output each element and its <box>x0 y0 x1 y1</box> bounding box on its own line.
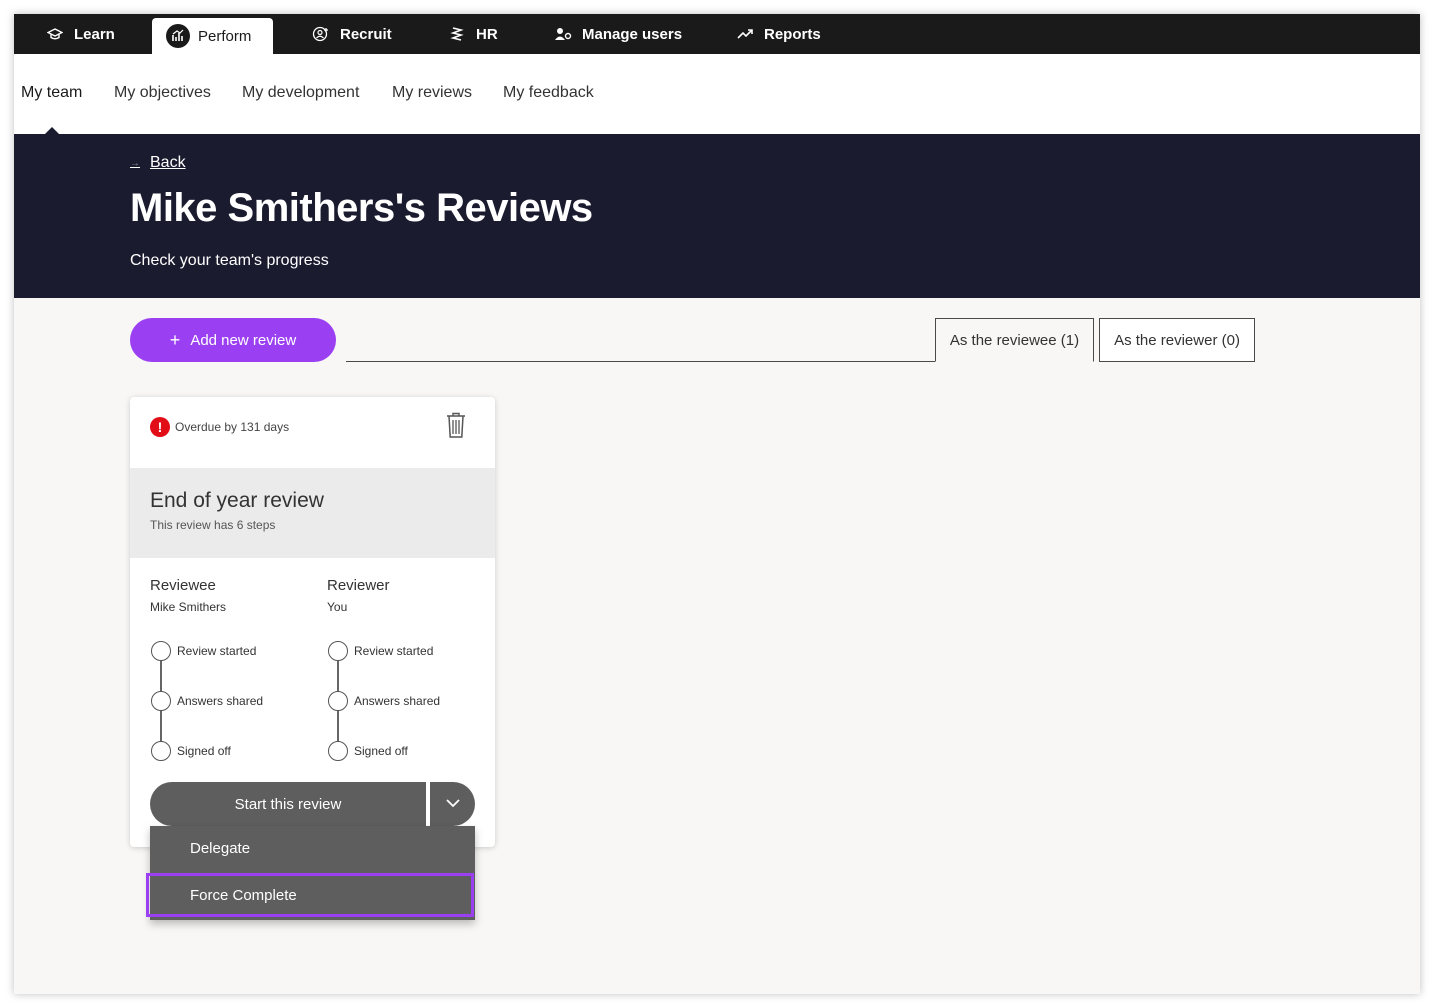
menu-item-force-complete[interactable]: Force Complete <box>146 873 474 917</box>
nav-recruit-label: Recruit <box>340 25 392 43</box>
reviewee-step-label: Answers shared <box>177 694 264 708</box>
nav-hr[interactable]: HR <box>448 14 498 54</box>
page-title: Mike Smithers's Reviews <box>130 186 593 230</box>
nav-reports[interactable]: Reports <box>736 14 821 54</box>
step-circle-icon <box>328 641 348 661</box>
reviewee-step-label: Review started <box>177 644 257 658</box>
subnav-my-objectives[interactable]: My objectives <box>114 84 211 102</box>
reviewee-heading: Reviewee <box>150 577 216 594</box>
nav-manage-users-label: Manage users <box>582 25 683 43</box>
review-steps-count: This review has 6 steps <box>150 518 276 532</box>
plus-icon: + <box>169 329 181 350</box>
page-subtitle: Check your team's progress <box>130 252 329 269</box>
nav-manage-users[interactable]: Manage users <box>554 14 682 54</box>
step-circle-icon <box>151 741 171 761</box>
tab-as-reviewee[interactable]: As the reviewee (1) <box>935 318 1094 362</box>
trash-icon[interactable] <box>444 411 468 439</box>
subnav-my-development[interactable]: My development <box>242 84 359 102</box>
active-tab-caret <box>45 127 59 134</box>
hr-icon <box>448 25 466 43</box>
step-circle-icon <box>151 691 171 711</box>
review-options-menu: Delegate Force Complete <box>146 826 475 920</box>
app-frame: Learn Perform Recruit HR Manage users Re… <box>14 14 1420 994</box>
trend-icon <box>736 25 754 43</box>
sub-navigation: My team My objectives My development My … <box>14 54 1420 134</box>
tab-as-reviewer[interactable]: As the reviewer (0) <box>1099 318 1255 362</box>
chart-icon <box>166 24 190 48</box>
arrow-right-icon: → <box>130 157 140 169</box>
reviewer-step-label: Review started <box>354 644 434 658</box>
overdue-status: ! Overdue by 131 days <box>150 417 289 437</box>
subnav-my-team[interactable]: My team <box>21 84 82 102</box>
review-title: End of year review <box>150 489 324 512</box>
review-card: ! Overdue by 131 days End of year review… <box>130 397 495 847</box>
review-card-header: End of year review This review has 6 ste… <box>130 468 495 558</box>
step-circle-icon <box>151 641 171 661</box>
add-new-review-button[interactable]: + Add new review <box>130 318 336 362</box>
reviewer-step-label: Signed off <box>354 744 408 758</box>
chevron-down-icon <box>445 795 461 813</box>
step-circle-icon <box>328 741 348 761</box>
tab-divider <box>346 361 936 362</box>
alert-icon: ! <box>150 417 170 437</box>
start-review-button[interactable]: Start this review <box>150 782 426 826</box>
back-label: Back <box>150 154 186 171</box>
top-navigation: Learn Perform Recruit HR Manage users Re… <box>14 14 1420 54</box>
users-gear-icon <box>554 25 572 43</box>
nav-reports-label: Reports <box>764 25 821 43</box>
menu-item-delegate[interactable]: Delegate <box>150 826 475 870</box>
reviewer-name: You <box>327 600 348 614</box>
subnav-my-reviews[interactable]: My reviews <box>392 84 472 102</box>
nav-perform-label: Perform <box>198 27 252 45</box>
nav-recruit[interactable]: Recruit <box>312 14 392 54</box>
reviewer-step-label: Answers shared <box>354 694 441 708</box>
nav-learn[interactable]: Learn <box>46 14 115 54</box>
overdue-text: Overdue by 131 days <box>175 420 290 434</box>
graduation-cap-icon <box>46 25 64 43</box>
reviewer-heading: Reviewer <box>327 577 390 594</box>
add-new-review-label: Add new review <box>190 331 297 349</box>
back-link[interactable]: → Back <box>130 154 186 172</box>
recruit-icon <box>312 25 330 43</box>
step-circle-icon <box>328 691 348 711</box>
reviewee-step-label: Signed off <box>177 744 231 758</box>
page-header-banner: → Back Mike Smithers's Reviews Check you… <box>14 134 1420 298</box>
nav-hr-label: HR <box>476 25 498 43</box>
nav-perform[interactable]: Perform <box>152 18 274 54</box>
review-options-dropdown[interactable] <box>430 782 475 826</box>
subnav-my-feedback[interactable]: My feedback <box>503 84 594 102</box>
nav-learn-label: Learn <box>74 25 115 43</box>
reviewee-name: Mike Smithers <box>150 600 227 614</box>
